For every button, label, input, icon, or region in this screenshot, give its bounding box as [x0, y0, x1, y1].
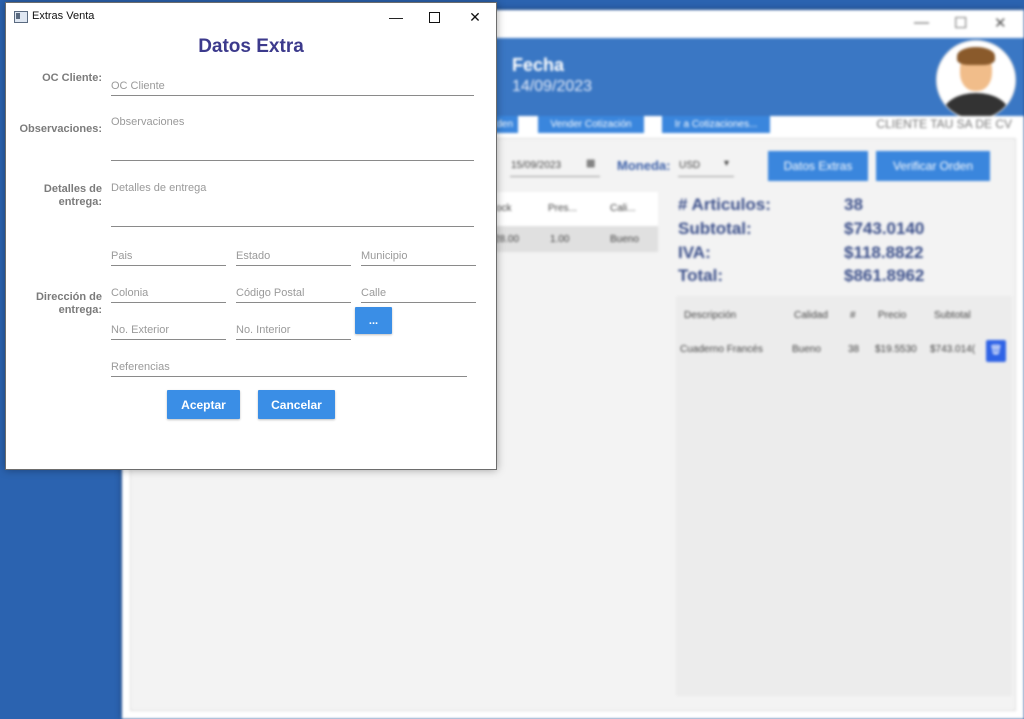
no-exterior-input[interactable]: [111, 321, 226, 340]
left-table-header-cell: Pres...: [548, 203, 577, 214]
items-table-cell: Cuaderno Francés: [680, 344, 763, 355]
municipio-input[interactable]: [361, 247, 476, 266]
left-table-cell: 1.00: [550, 234, 570, 245]
referencias-input[interactable]: [111, 358, 467, 377]
dialog-heading: Datos Extra: [198, 36, 304, 57]
calle-input[interactable]: [361, 284, 476, 303]
items-table-header: Calidad: [794, 310, 828, 321]
articulos-label: # Articulos:: [678, 195, 771, 214]
items-table: [676, 296, 1012, 696]
observaciones-label: Observaciones:: [19, 123, 102, 135]
dialog-titlebar: Extras Venta — ✕: [6, 3, 496, 31]
verificar-orden-button[interactable]: Verificar Orden: [876, 151, 990, 181]
colonia-input[interactable]: [111, 284, 226, 303]
dialog-title: Extras Venta: [32, 10, 95, 22]
left-table-header-cell: Cali...: [610, 203, 636, 214]
items-table-cell: Bueno: [792, 344, 821, 355]
chevron-down-icon[interactable]: ▾: [724, 158, 729, 169]
iva-label: IVA:: [678, 243, 711, 262]
maximize-button[interactable]: [414, 3, 454, 31]
oc-cliente-label: OC Cliente:: [42, 72, 102, 84]
cancelar-button[interactable]: Cancelar: [258, 390, 335, 419]
total-label: Total:: [678, 266, 724, 285]
items-table-header: #: [850, 310, 856, 321]
main-maximize-button[interactable]: ☐: [954, 14, 967, 32]
direccion-entrega-label: Dirección de entrega:: [35, 291, 102, 316]
items-table-header: Subtotal: [934, 310, 971, 321]
moneda-label: Moneda:: [617, 158, 671, 173]
codigo-postal-input[interactable]: [236, 284, 351, 303]
client-name: CLIENTE TAU SA DE CV: [876, 117, 1012, 131]
items-table-header: Descripción: [684, 310, 737, 321]
iva-value: $118.8822: [844, 243, 924, 262]
left-table-cell: Bueno: [610, 234, 639, 245]
moneda-underline: [678, 176, 734, 177]
items-table-cell: $743.014(: [930, 344, 976, 355]
datos-extras-button[interactable]: Datos Extras: [768, 151, 868, 181]
main-close-button[interactable]: ✕: [994, 14, 1007, 32]
items-table-cell: 38: [848, 344, 860, 355]
address-lookup-button[interactable]: ...: [355, 307, 392, 334]
items-table-header: Precio: [878, 310, 907, 321]
detalles-entrega-label: Detalles de entrega:: [43, 183, 102, 208]
articulos-value: 38: [844, 195, 863, 214]
observaciones-input[interactable]: [111, 116, 474, 161]
close-button[interactable]: ✕: [455, 3, 495, 31]
fecha-value: 14/09/2023: [512, 78, 593, 95]
extras-venta-dialog: Extras Venta — ✕ Datos Extra OC Cliente:…: [5, 2, 497, 470]
no-interior-input[interactable]: [236, 321, 351, 340]
user-avatar: [936, 40, 1016, 120]
ir-a-cotizaciones-button[interactable]: Ir a Cotizaciones...: [662, 116, 770, 133]
aceptar-button[interactable]: Aceptar: [167, 390, 240, 419]
maximize-icon: [428, 11, 440, 23]
pais-input[interactable]: [111, 247, 226, 266]
detalles-entrega-input[interactable]: [111, 182, 474, 227]
subtotal-value: $743.0140: [844, 219, 925, 238]
total-value: $861.8962: [844, 266, 925, 285]
date-field[interactable]: 15/09/2023: [511, 160, 561, 171]
items-table-cell: $19.5530: [875, 344, 917, 355]
delete-icon[interactable]: 🗑: [986, 340, 1006, 362]
left-table-cell: 28.00: [494, 234, 520, 245]
moneda-select[interactable]: USD: [679, 160, 700, 171]
vender-cotizacion-button[interactable]: Vender Cotización: [538, 116, 644, 133]
fecha-label: Fecha: [512, 55, 565, 75]
calendar-icon[interactable]: ▦: [586, 158, 595, 169]
left-table-header-cell: ock: [496, 203, 512, 214]
main-minimize-button[interactable]: —: [914, 14, 929, 31]
oc-cliente-input[interactable]: [111, 77, 474, 96]
subtotal-label: Subtotal:: [678, 219, 752, 238]
minimize-button[interactable]: —: [376, 3, 416, 31]
estado-input[interactable]: [236, 247, 351, 266]
date-underline: [510, 176, 600, 177]
app-icon: [14, 11, 28, 23]
